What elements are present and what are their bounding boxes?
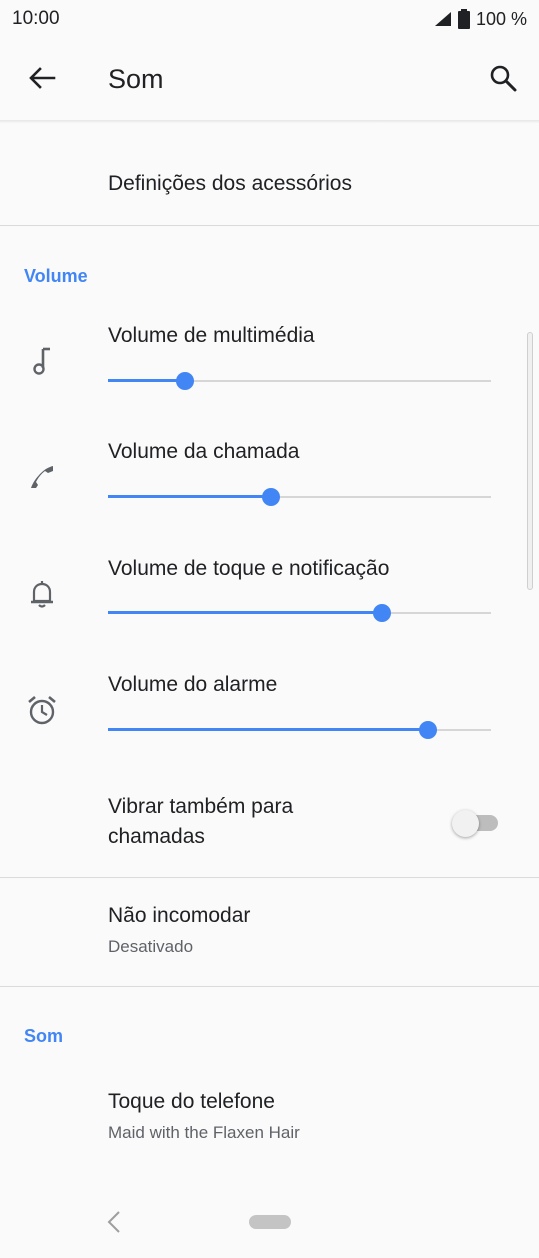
call-volume-slider[interactable] [108,487,491,507]
chevron-left-icon [107,1211,120,1233]
accessories-settings[interactable]: Definições dos acessórios [108,172,352,196]
alarm-volume-slider[interactable] [108,720,491,740]
phone-ringtone-item[interactable]: Toque do telefone [108,1090,275,1114]
slider-fill [108,728,428,731]
slider-fill [108,379,185,382]
nav-back-button[interactable] [102,1208,126,1236]
divider [0,877,539,878]
status-bar: 10:00 100 % [0,0,539,38]
music-note-icon [24,343,60,379]
search-button[interactable] [485,60,521,96]
slider-thumb[interactable] [175,372,194,390]
phone-ringtone-value: Maid with the Flaxen Hair [108,1123,300,1142]
alarm-volume-label: Volume do alarme [108,673,278,696]
status-icons: 100 % [434,9,527,30]
call-volume-label: Volume da chamada [108,440,300,463]
arrow-back-icon [29,67,56,89]
media-volume-slider[interactable] [108,371,491,391]
ring-volume-label: Volume de toque e notificação [108,557,390,580]
ring-volume-slider[interactable] [108,603,491,623]
battery-icon [457,9,470,29]
nav-home-button[interactable] [249,1215,291,1229]
slider-thumb[interactable] [372,604,391,622]
vibrate-calls-label-line1: Vibrar também para [108,795,294,818]
signal-icon [434,12,451,26]
do-not-disturb-item[interactable]: Não incomodar [108,904,250,928]
app-bar-shadow [0,120,539,123]
page-title: Som [108,64,164,94]
do-not-disturb-status: Desativado [108,937,194,956]
volume-section-header: Volume [24,266,88,286]
navigation-bar [0,1186,539,1258]
bell-icon [24,576,60,612]
sound-section-header: Som [24,1026,64,1046]
scrollbar[interactable] [527,332,533,590]
phone-icon [24,459,60,495]
vibrate-calls-label-line2: chamadas [108,825,205,848]
toggle-knob [452,810,479,837]
search-icon [490,65,517,92]
divider [0,986,539,987]
battery-percent: 100 % [475,8,527,29]
slider-fill [108,495,271,498]
slider-thumb[interactable] [261,488,280,506]
app-bar: Som [0,38,539,120]
back-button[interactable] [24,60,60,96]
vibrate-calls-toggle[interactable] [450,810,500,838]
slider-thumb[interactable] [418,721,437,739]
alarm-clock-icon [24,692,60,728]
divider [0,225,539,226]
status-time: 10:00 [12,8,60,29]
media-volume-label: Volume de multimédia [108,324,315,347]
slider-fill [108,611,382,614]
